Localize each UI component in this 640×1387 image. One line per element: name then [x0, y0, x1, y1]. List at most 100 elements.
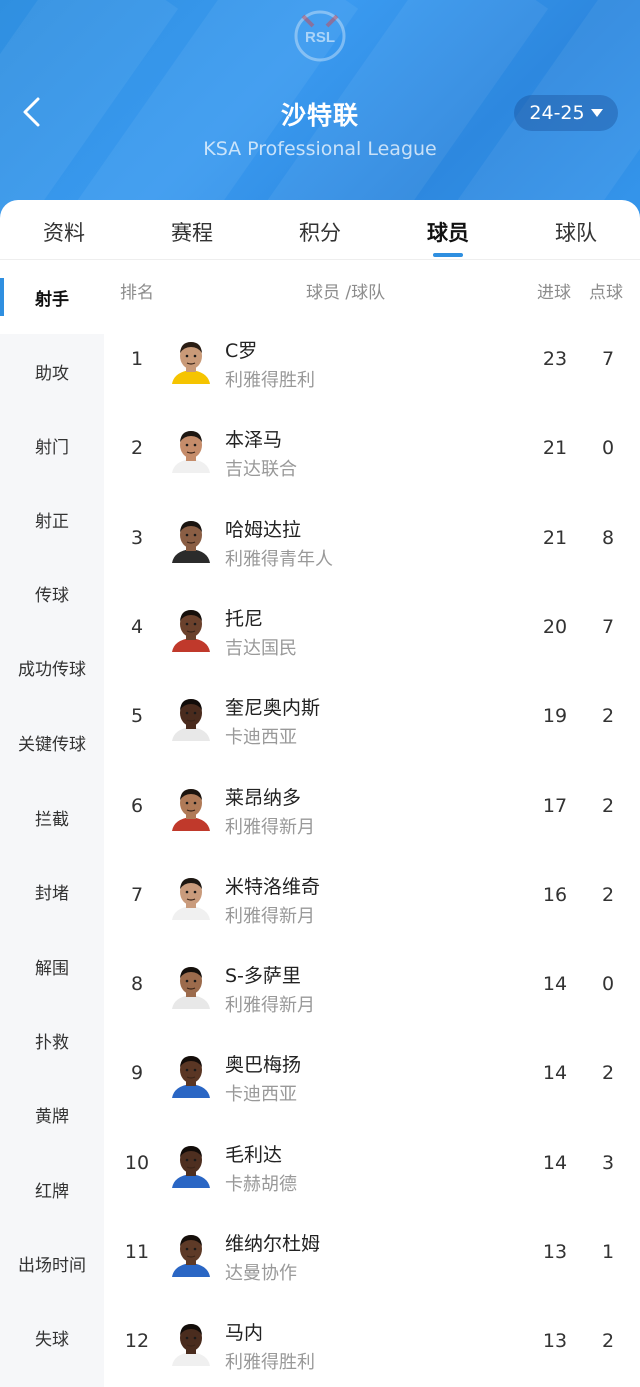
player-team[interactable]: 利雅得新月: [225, 813, 315, 839]
player-name[interactable]: 毛利达: [225, 1140, 282, 1167]
player-penalty-goals: 0: [601, 973, 615, 996]
page-subtitle: KSA Professional League: [203, 138, 437, 160]
category-red-cards[interactable]: 红牌: [0, 1152, 104, 1226]
player-team[interactable]: 吉达联合: [225, 455, 297, 481]
player-goals: 21: [542, 526, 568, 549]
player-team[interactable]: 卡迪西亚: [225, 1080, 297, 1106]
player-team[interactable]: 利雅得新月: [225, 902, 315, 928]
player-goals: 19: [542, 705, 568, 728]
player-row[interactable]: 3 哈姆达拉 利雅得青年人 21 8: [104, 497, 640, 586]
category-successful-passes[interactable]: 成功传球: [0, 630, 104, 704]
player-name[interactable]: 莱昂纳多: [225, 783, 301, 810]
player-team[interactable]: 卡迪西亚: [225, 723, 297, 749]
player-team[interactable]: 达曼协作: [225, 1259, 297, 1285]
player-row[interactable]: 10 毛利达卡赫胡德 14 3: [104, 1122, 640, 1211]
player-penalty-goals: 2: [601, 883, 615, 906]
player-avatar[interactable]: [168, 785, 214, 831]
tab-info[interactable]: 资料: [0, 200, 128, 259]
player-penalty-goals: 7: [601, 348, 615, 370]
player-team[interactable]: 利雅得青年人: [225, 545, 333, 571]
league-logo-text: RSL: [305, 29, 335, 46]
player-goals: 21: [542, 437, 568, 460]
player-penalty-goals: 3: [601, 1151, 615, 1174]
player-rank: 6: [130, 794, 144, 817]
tab-standings[interactable]: 积分: [256, 200, 384, 259]
player-row[interactable]: 4 托尼 吉达国民 20 7: [104, 586, 640, 675]
player-row[interactable]: 9 奥巴梅扬 卡迪西亚 14 2: [104, 1032, 640, 1121]
player-penalty-goals: 8: [601, 526, 615, 549]
player-row[interactable]: 8 S-多萨里利雅得新月 14 0: [104, 943, 640, 1032]
player-name[interactable]: 奥巴梅扬: [225, 1050, 301, 1077]
player-penalty-goals: 7: [601, 615, 615, 638]
category-key-passes[interactable]: 关键传球: [0, 705, 104, 779]
player-goals: 14: [542, 973, 568, 996]
player-name[interactable]: 马内: [225, 1318, 263, 1345]
player-team[interactable]: 利雅得胜利: [225, 366, 315, 392]
player-row[interactable]: 6 莱昂纳多利雅得新月 17 2: [104, 765, 640, 854]
player-penalty-goals: 2: [601, 1330, 615, 1353]
player-rank: 11: [124, 1241, 150, 1263]
category-passes[interactable]: 传球: [0, 556, 104, 630]
player-team[interactable]: 利雅得新月: [225, 991, 315, 1017]
player-goals: 17: [542, 794, 568, 817]
player-name[interactable]: 托尼: [225, 604, 263, 631]
category-assists[interactable]: 助攻: [0, 334, 104, 408]
season-selector[interactable]: 24-25: [514, 95, 618, 131]
category-goals-conceded[interactable]: 失球: [0, 1300, 104, 1374]
player-rank: 10: [124, 1151, 150, 1174]
category-shots-on-target[interactable]: 射正: [0, 482, 104, 556]
league-header: RSL 沙特联 KSA Professional League 24-25: [0, 0, 640, 230]
player-name[interactable]: 维纳尔杜姆: [225, 1229, 320, 1256]
player-row[interactable]: 11 维纳尔杜姆达曼协作 13 1: [104, 1211, 640, 1300]
player-avatar[interactable]: [168, 963, 214, 1010]
player-row[interactable]: 1 C罗 利雅得胜利 23 7: [104, 318, 640, 407]
player-row[interactable]: 12 马内 利雅得胜利 13 2: [104, 1300, 640, 1387]
player-team[interactable]: 吉达国民: [225, 634, 297, 660]
player-penalty-goals: 1: [601, 1241, 615, 1263]
category-goals[interactable]: 射手: [0, 260, 104, 334]
player-avatar[interactable]: [168, 338, 214, 384]
player-avatar[interactable]: [168, 695, 214, 742]
player-avatar[interactable]: [168, 517, 214, 563]
player-penalty-goals: 2: [601, 794, 615, 817]
player-avatar[interactable]: [168, 427, 214, 474]
player-name[interactable]: S-多萨里: [225, 961, 301, 988]
player-team[interactable]: 利雅得胜利: [225, 1348, 315, 1374]
category-saves[interactable]: 扑救: [0, 1003, 104, 1077]
player-avatar[interactable]: [168, 606, 214, 652]
player-rank: 8: [130, 973, 144, 996]
player-avatar[interactable]: [168, 874, 214, 920]
league-logo: RSL: [294, 10, 346, 62]
player-avatar[interactable]: [168, 1320, 214, 1367]
player-penalty-goals: 2: [601, 1062, 615, 1085]
tab-bar: 资料 赛程 积分 球员 球队: [0, 200, 640, 260]
player-avatar[interactable]: [168, 1052, 214, 1099]
category-blocks[interactable]: 封堵: [0, 854, 104, 928]
tab-players[interactable]: 球员: [384, 200, 512, 259]
player-rank: 9: [130, 1062, 144, 1085]
player-rank: 4: [130, 615, 144, 638]
tab-teams[interactable]: 球队: [512, 200, 640, 259]
player-goals: 16: [542, 883, 568, 906]
player-goals: 14: [542, 1151, 568, 1174]
player-avatar[interactable]: [168, 1142, 214, 1188]
player-goals: 13: [542, 1241, 568, 1263]
category-yellow-cards[interactable]: 黄牌: [0, 1077, 104, 1151]
player-name[interactable]: 本泽马: [225, 425, 282, 452]
player-team[interactable]: 卡赫胡德: [225, 1170, 297, 1196]
category-shots[interactable]: 射门: [0, 408, 104, 482]
category-clearances[interactable]: 解围: [0, 929, 104, 1003]
player-name[interactable]: C罗: [225, 336, 257, 363]
player-name[interactable]: 奎尼奥内斯: [225, 693, 320, 720]
player-rank: 1: [130, 348, 144, 370]
player-row[interactable]: 2 本泽马 吉达联合 21 0: [104, 407, 640, 496]
category-minutes-played[interactable]: 出场时间: [0, 1226, 104, 1300]
player-name[interactable]: 米特洛维奇: [225, 872, 320, 899]
tab-schedule[interactable]: 赛程: [128, 200, 256, 259]
player-row[interactable]: 7 米特洛维奇 利雅得新月 16 2: [104, 854, 640, 943]
category-interceptions[interactable]: 拦截: [0, 780, 104, 854]
column-header-rank: 排名: [120, 283, 154, 303]
player-avatar[interactable]: [168, 1231, 214, 1277]
player-name[interactable]: 哈姆达拉: [225, 515, 301, 542]
player-row[interactable]: 5 奎尼奥内斯 卡迪西亚 19 2: [104, 675, 640, 764]
